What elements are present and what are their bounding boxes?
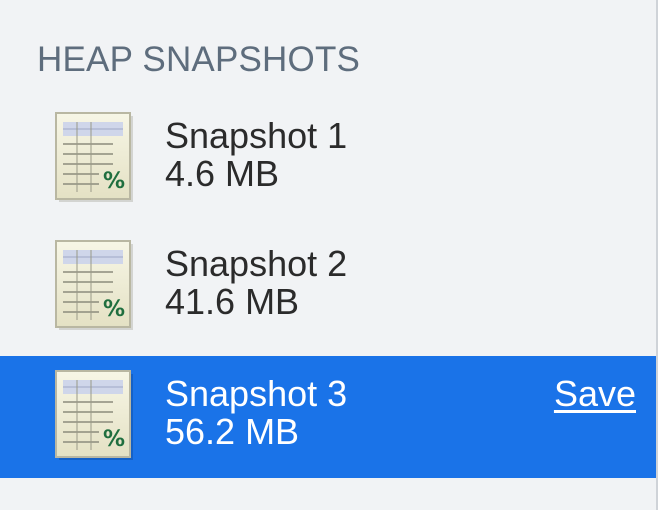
snapshot-name: Snapshot 2 xyxy=(165,243,348,284)
snapshot-item-1[interactable]: % Snapshot 1 4.6 MB xyxy=(0,98,656,220)
save-link[interactable]: Save xyxy=(554,374,636,414)
snapshot-size: 41.6 MB xyxy=(165,281,300,322)
heap-snapshot-icon: % xyxy=(55,112,135,204)
snapshot-item-3[interactable]: % Snapshot 3 56.2 MB Save xyxy=(0,356,656,478)
svg-text:%: % xyxy=(103,297,125,322)
snapshot-name: Snapshot 3 xyxy=(165,373,348,414)
heap-snapshot-icon: % xyxy=(55,370,135,462)
svg-text:%: % xyxy=(103,169,125,194)
heap-snapshots-panel: HEAP SNAPSHOTS % Snapshot 1 4.6 MB % Sna… xyxy=(0,0,658,510)
snapshot-item-2[interactable]: % Snapshot 2 41.6 MB xyxy=(0,226,656,348)
section-title: HEAP SNAPSHOTS xyxy=(37,40,361,79)
snapshot-size: 4.6 MB xyxy=(165,153,280,194)
svg-text:%: % xyxy=(103,427,125,452)
heap-snapshot-icon: % xyxy=(55,240,135,332)
snapshot-name: Snapshot 1 xyxy=(165,115,348,156)
snapshot-size: 56.2 MB xyxy=(165,411,300,452)
